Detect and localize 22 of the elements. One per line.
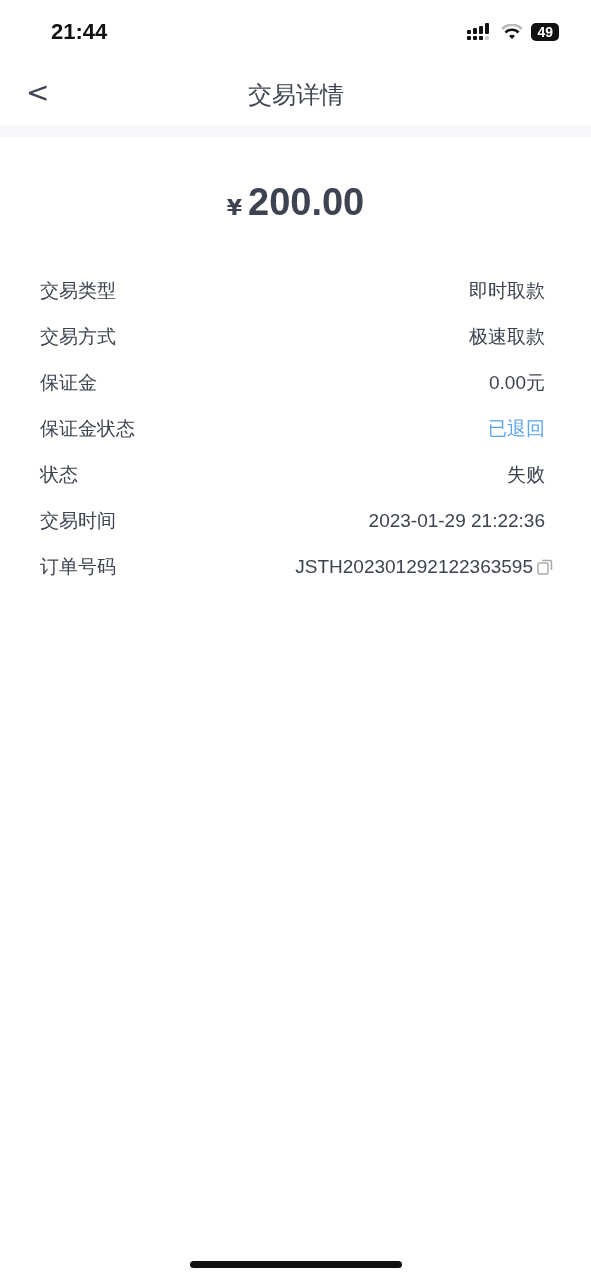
field-value: JSTH202301292122363595	[295, 556, 533, 578]
field-value: 2023-01-29 21:22:36	[368, 510, 545, 532]
field-label: 保证金状态	[40, 416, 135, 441]
field-label: 交易类型	[40, 278, 116, 303]
field-value: 即时取款	[469, 279, 545, 303]
copy-icon[interactable]	[537, 559, 553, 575]
battery-level: 49	[531, 23, 559, 41]
field-value: 极速取款	[469, 325, 545, 349]
page-title: 交易详情	[247, 79, 344, 111]
field-label: 状态	[40, 462, 78, 487]
wifi-icon	[501, 24, 524, 40]
status-time: 21:44	[51, 19, 108, 45]
field-label: 保证金	[40, 370, 97, 395]
field-label: 交易时间	[40, 508, 116, 533]
currency-symbol: ¥	[226, 195, 243, 220]
field-label: 交易方式	[40, 324, 116, 349]
back-button[interactable]: <	[22, 76, 54, 109]
field-label: 订单号码	[40, 554, 116, 579]
field-value: 已退回	[488, 417, 545, 441]
amount-value: 200.00	[248, 181, 365, 224]
field-value: 0.00元	[489, 371, 545, 395]
field-value: 失败	[507, 463, 545, 487]
